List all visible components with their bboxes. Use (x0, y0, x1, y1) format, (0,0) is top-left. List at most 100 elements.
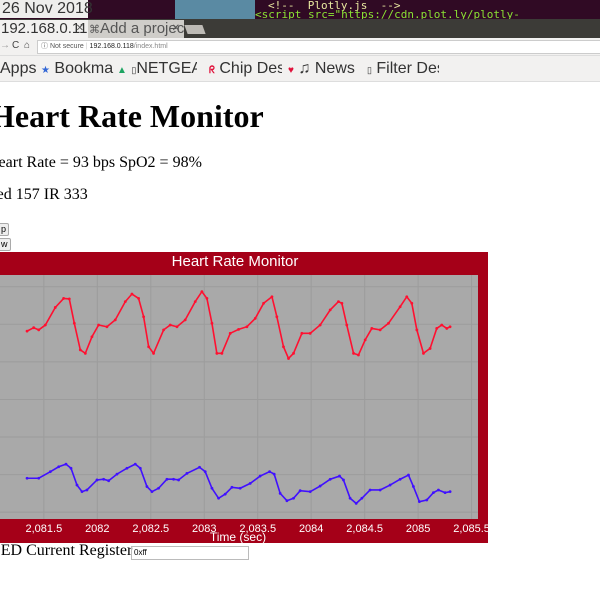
red-data-point (282, 345, 285, 349)
ir-data-point (75, 483, 79, 487)
heart-icon: ♥ (288, 65, 294, 76)
bookmark-chip[interactable]: ᖇ Chip Designs (209, 56, 282, 84)
star-icon: ★ (41, 65, 50, 76)
ir-data-point (198, 465, 201, 469)
heart-rate-chart: 2,081.5 2082 2,082.5 2083 2,083.5 2084 2,084.5… (0, 252, 488, 543)
bookmark-news[interactable]: ♥ ♫ News (288, 56, 360, 84)
red-data-point (415, 328, 419, 332)
ir-data-point (185, 471, 189, 475)
red-data-point (137, 297, 140, 300)
red-data-point (300, 331, 304, 335)
ir-data-point (308, 490, 312, 494)
red-data-point (440, 323, 444, 327)
control-button-2[interactable]: w (0, 238, 11, 251)
red-data-point (113, 318, 117, 322)
red-data-point (340, 301, 344, 305)
red-data-point (363, 338, 367, 342)
red-data-point (72, 321, 76, 325)
ir-data-point (407, 473, 410, 477)
ir-data-point (298, 489, 302, 493)
desktop-top-strip: 26 Nov 2018 <!-- Plotly.js --> <script s… (0, 0, 600, 19)
ir-data-point (177, 478, 180, 482)
red-data-point (67, 297, 71, 301)
bookmark-label: NETGEAR (136, 60, 197, 77)
red-data-point (337, 300, 340, 303)
ir-data-point (318, 484, 322, 488)
red-data-point (90, 335, 94, 339)
bookmark-label: Apps (0, 60, 37, 77)
ir-data-point (133, 462, 137, 466)
red-data-point (152, 351, 155, 355)
new-tab-button[interactable] (184, 25, 206, 34)
raw-values-text: Red 157 IR 333 (0, 186, 88, 203)
red-data-point (142, 315, 146, 319)
ir-data-point (165, 477, 169, 481)
ir-data-point (157, 486, 160, 490)
tab-active[interactable]: 192.168.0.118 ✕ (0, 20, 88, 38)
bookmark-netgear[interactable]: ▲ ▯NETGEAR (117, 56, 197, 84)
red-data-point (130, 292, 134, 296)
x-axis-label: Time (sec) (210, 530, 266, 543)
ir-data-point (203, 470, 207, 474)
ir-data-point (85, 488, 89, 492)
drive-icon: ▲ (117, 65, 127, 76)
ir-data-point (432, 491, 435, 495)
red-data-point (97, 323, 100, 327)
ir-data-point (37, 476, 41, 480)
url-input[interactable]: ⓘ Not secure | 192.168.0.118/index.html (37, 40, 600, 54)
home-icon[interactable]: ⌂ (24, 40, 30, 51)
red-data-point (168, 323, 172, 327)
red-data-point (398, 305, 402, 309)
red-data-point (308, 331, 312, 335)
ir-data-point (238, 486, 242, 490)
register-input[interactable]: 0xff (131, 546, 249, 560)
ir-data-point (278, 491, 282, 495)
ir-data-point (248, 481, 252, 485)
code-line-2: <script src="https://cdn.plot.ly/plotly- (255, 8, 520, 19)
ir-data-point (95, 478, 99, 482)
red-data-point (62, 297, 66, 300)
close-tab-icon[interactable]: ✕ (172, 20, 180, 38)
tab-inactive[interactable]: ⌘Add a project ✕ (88, 20, 184, 38)
url-host: 192.168.0.118 (89, 43, 134, 50)
ir-data-point (360, 496, 364, 500)
red-data-point (83, 351, 87, 355)
ir-data-point (115, 472, 119, 476)
red-data-point (287, 357, 290, 360)
red-data-point (352, 351, 355, 355)
x-tick-label: 2,084.5 (346, 523, 383, 535)
red-data-point (448, 325, 452, 329)
x-tick-label: 2084 (299, 523, 323, 535)
register-label: LED Current Register (0, 542, 133, 559)
red-data-point (37, 328, 41, 332)
ir-data-point (425, 498, 429, 502)
red-data-point (193, 300, 197, 303)
ir-data-point (354, 501, 358, 505)
reload-icon[interactable]: C (12, 40, 19, 51)
red-data-point (370, 327, 374, 330)
red-data-point (32, 326, 36, 330)
red-data-point (25, 329, 29, 333)
bookmark-filter[interactable]: ▯ Filter Design (367, 56, 439, 83)
control-button-1[interactable]: p (0, 223, 10, 236)
ir-data-point (230, 485, 234, 489)
red-data-point (387, 321, 390, 325)
ir-data-point (417, 500, 421, 504)
close-tab-icon[interactable]: ✕ (76, 20, 84, 38)
red-data-point (215, 351, 219, 355)
bookmark-bookmarks[interactable]: ★ Bookmarks (41, 56, 114, 84)
bookmark-label: News (314, 60, 355, 77)
red-data-point (245, 325, 249, 329)
ir-data-point (258, 474, 262, 478)
bookmark-apps[interactable]: Apps (0, 56, 40, 82)
red-data-point (205, 297, 209, 300)
info-icon[interactable]: ⓘ (41, 43, 48, 50)
security-label: Not secure (49, 43, 84, 50)
url-path: /index.html (133, 43, 168, 50)
forward-icon[interactable]: → (0, 40, 10, 51)
red-data-point (435, 327, 439, 330)
page-title: Heart Rate Monitor (0, 98, 264, 134)
ir-data-point (443, 491, 447, 495)
ir-data-point (338, 474, 341, 478)
ir-data-point (223, 492, 227, 496)
